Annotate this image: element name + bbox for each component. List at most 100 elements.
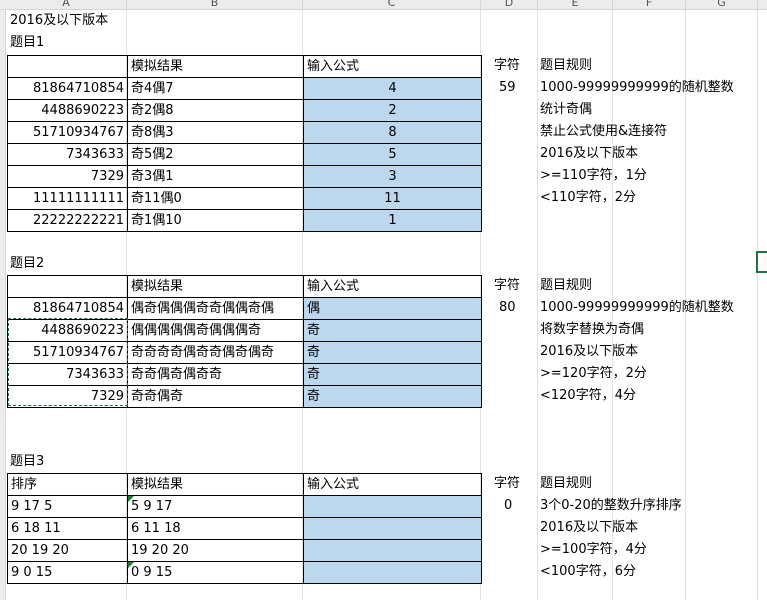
q2-formula-cell[interactable]: 奇 <box>304 342 482 364</box>
q3-header-result[interactable]: 模拟结果 <box>128 474 304 496</box>
q1-number-cell[interactable]: 22222222221 <box>8 210 128 232</box>
q2-table: 模拟结果 输入公式 81864710854 偶奇偶偶偶奇奇偶偶奇偶 偶 4488… <box>7 275 482 408</box>
column-header-f[interactable]: F <box>613 0 686 9</box>
q2-char-count[interactable]: 80 <box>499 297 516 319</box>
q2-formula-cell[interactable]: 奇 <box>304 386 482 408</box>
q1-header-a[interactable] <box>8 56 128 78</box>
q3-formula-cell[interactable] <box>304 540 482 562</box>
q2-rule[interactable]: 1000-99999999999的随机整数 <box>540 297 734 319</box>
q2-result-cell[interactable]: 奇奇奇奇偶奇奇偶奇偶奇 <box>128 342 304 364</box>
q2-number-cell[interactable]: 7343633 <box>8 364 128 386</box>
version-heading[interactable]: 2016及以下版本 <box>10 10 108 32</box>
row-header-bar[interactable] <box>0 10 6 600</box>
q3-header-row: 排序 模拟结果 输入公式 <box>8 474 482 496</box>
q2-header-formula[interactable]: 输入公式 <box>304 276 482 298</box>
q1-number-cell[interactable]: 7343633 <box>8 144 128 166</box>
q3-title[interactable]: 题目3 <box>10 451 44 473</box>
q3-rule[interactable]: <100字符，6分 <box>540 561 636 583</box>
q3-rule[interactable]: 3个0-20的整数升序排序 <box>540 495 682 517</box>
q2-formula-cell[interactable]: 偶 <box>304 298 482 320</box>
q3-result-cell[interactable]: 6 11 18 <box>128 518 304 540</box>
q1-formula-cell[interactable]: 8 <box>304 122 482 144</box>
q2-rule[interactable]: >=120字符，2分 <box>540 363 647 385</box>
q3-input-cell[interactable]: 9 0 15 <box>8 562 128 584</box>
q1-result-cell[interactable]: 奇1偶10 <box>128 210 304 232</box>
column-header-e[interactable]: E <box>538 0 613 9</box>
q2-rules-title[interactable]: 题目规则 <box>540 275 592 297</box>
q1-formula-cell[interactable]: 2 <box>304 100 482 122</box>
q1-result-cell[interactable]: 奇8偶3 <box>128 122 304 144</box>
q1-number-cell[interactable]: 51710934767 <box>8 122 128 144</box>
q3-rules-title[interactable]: 题目规则 <box>540 473 592 495</box>
q3-result-cell[interactable]: 5 9 17 <box>128 496 304 518</box>
q2-header-result[interactable]: 模拟结果 <box>128 276 304 298</box>
q1-char-count[interactable]: 59 <box>499 77 516 99</box>
q3-result-cell[interactable]: 19 20 20 <box>128 540 304 562</box>
active-cell-selection[interactable] <box>756 251 767 273</box>
q1-rule[interactable]: 2016及以下版本 <box>540 143 638 165</box>
q1-result-cell[interactable]: 奇3偶1 <box>128 166 304 188</box>
q2-formula-cell[interactable]: 奇 <box>304 364 482 386</box>
q2-char-label[interactable]: 字符 <box>494 275 520 297</box>
q2-number-cell[interactable]: 4488690223 <box>8 320 128 342</box>
column-header-g[interactable]: G <box>686 0 758 9</box>
q3-rule[interactable]: >=100字符，4分 <box>540 539 647 561</box>
table-row: 6 18 11 6 11 18 <box>8 518 482 540</box>
q3-input-cell[interactable]: 9 17 5 <box>8 496 128 518</box>
column-header-d[interactable]: D <box>481 0 538 9</box>
q2-number-cell[interactable]: 51710934767 <box>8 342 128 364</box>
q3-header-formula[interactable]: 输入公式 <box>304 474 482 496</box>
column-header-b[interactable]: B <box>127 0 303 9</box>
q1-header-formula[interactable]: 输入公式 <box>304 56 482 78</box>
gridline <box>537 10 538 600</box>
q1-result-cell[interactable]: 奇5偶2 <box>128 144 304 166</box>
q3-input-cell[interactable]: 20 19 20 <box>8 540 128 562</box>
q1-formula-cell[interactable]: 1 <box>304 210 482 232</box>
q1-rules-title[interactable]: 题目规则 <box>540 55 592 77</box>
q2-rule[interactable]: 2016及以下版本 <box>540 341 638 363</box>
q1-formula-cell[interactable]: 11 <box>304 188 482 210</box>
q3-formula-cell[interactable] <box>304 518 482 540</box>
q3-rule[interactable]: 2016及以下版本 <box>540 517 638 539</box>
q1-rule[interactable]: 禁止公式使用&连接符 <box>540 121 667 143</box>
q1-char-label[interactable]: 字符 <box>494 55 520 77</box>
q1-title[interactable]: 题目1 <box>10 32 44 54</box>
q2-title[interactable]: 题目2 <box>10 253 44 275</box>
q3-char-label[interactable]: 字符 <box>494 473 520 495</box>
q3-header-sort[interactable]: 排序 <box>8 474 128 496</box>
q3-formula-cell[interactable] <box>304 496 482 518</box>
q2-header-a[interactable] <box>8 276 128 298</box>
q1-rule[interactable]: 统计奇偶 <box>540 99 592 121</box>
q2-number-cell[interactable]: 7329 <box>8 386 128 408</box>
q1-header-result[interactable]: 模拟结果 <box>128 56 304 78</box>
q2-result-cell[interactable]: 偶偶偶偶偶奇偶偶偶奇 <box>128 320 304 342</box>
q1-result-cell[interactable]: 奇4偶7 <box>128 78 304 100</box>
table-row: 81864710854 奇4偶7 4 <box>8 78 482 100</box>
q3-char-count[interactable]: 0 <box>504 495 512 517</box>
q1-number-cell[interactable]: 7329 <box>8 166 128 188</box>
q1-number-cell[interactable]: 81864710854 <box>8 78 128 100</box>
q1-rule[interactable]: >=110字符，1分 <box>540 165 647 187</box>
q3-formula-cell[interactable] <box>304 562 482 584</box>
q2-number-cell[interactable]: 81864710854 <box>8 298 128 320</box>
q1-rule[interactable]: 1000-99999999999的随机整数 <box>540 77 734 99</box>
q3-input-cell[interactable]: 6 18 11 <box>8 518 128 540</box>
q1-result-cell[interactable]: 奇2偶8 <box>128 100 304 122</box>
q1-result-cell[interactable]: 奇11偶0 <box>128 188 304 210</box>
q2-result-cell[interactable]: 偶奇偶偶偶奇奇偶偶奇偶 <box>128 298 304 320</box>
q1-number-cell[interactable]: 4488690223 <box>8 100 128 122</box>
q1-formula-cell[interactable]: 4 <box>304 78 482 100</box>
column-header-a[interactable]: A <box>6 0 127 9</box>
q2-result-cell[interactable]: 奇奇偶奇 <box>128 386 304 408</box>
column-header-c[interactable]: C <box>303 0 481 9</box>
q2-rule[interactable]: <120字符，4分 <box>540 385 636 407</box>
table-row: 7329 奇奇偶奇 奇 <box>8 386 482 408</box>
q1-formula-cell[interactable]: 5 <box>304 144 482 166</box>
q2-rule[interactable]: 将数字替换为奇偶 <box>540 319 644 341</box>
q1-number-cell[interactable]: 11111111111 <box>8 188 128 210</box>
q3-result-cell[interactable]: 0 9 15 <box>128 562 304 584</box>
q2-formula-cell[interactable]: 奇 <box>304 320 482 342</box>
q1-rule[interactable]: <110字符，2分 <box>540 187 636 209</box>
q1-formula-cell[interactable]: 3 <box>304 166 482 188</box>
q2-result-cell[interactable]: 奇奇偶奇偶奇奇 <box>128 364 304 386</box>
